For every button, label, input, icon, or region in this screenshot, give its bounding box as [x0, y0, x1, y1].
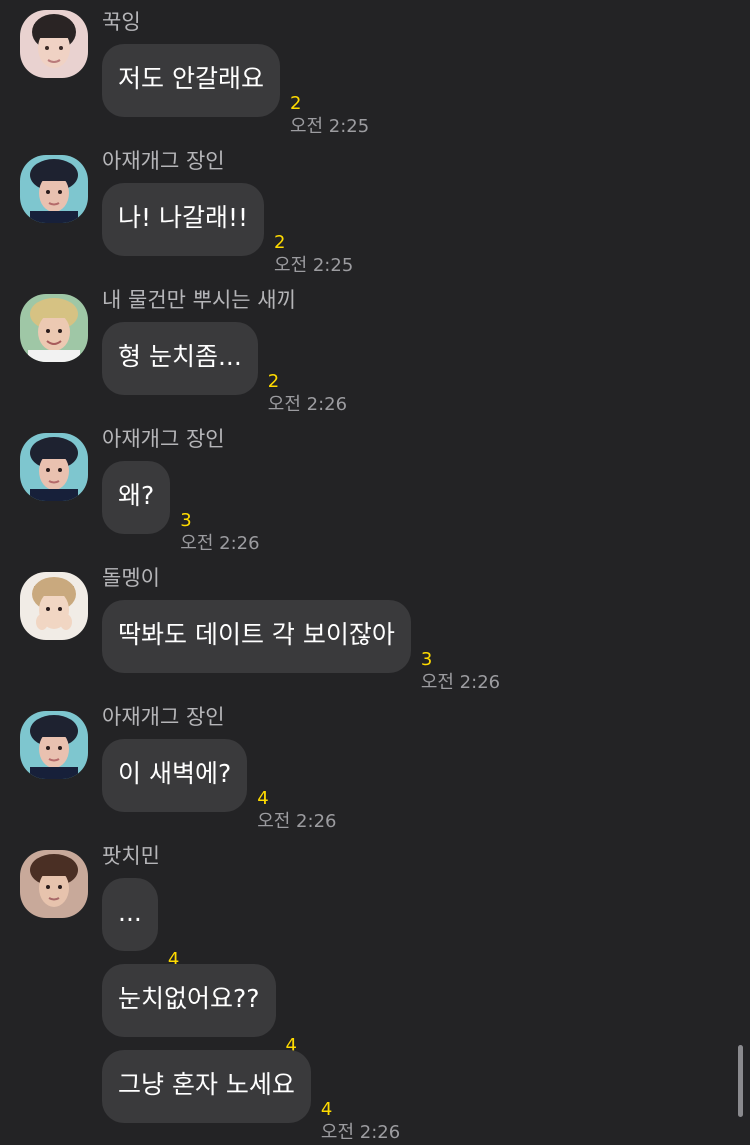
message-time: 오전 2:26	[420, 672, 501, 693]
unread-count: 2	[289, 93, 302, 114]
sender-name: 아재개그 장인	[102, 427, 225, 451]
scrollbar[interactable]	[738, 1045, 743, 1117]
message-bubble[interactable]: 형 눈치좀...	[102, 322, 258, 395]
unread-count: 3	[420, 649, 433, 670]
profile-photo-icon[interactable]	[20, 850, 88, 918]
message-row: 그냥 혼자 노세요 4 오전 2:26	[102, 1050, 400, 1143]
sender-name: 돌멩이	[102, 566, 160, 590]
message-bubble[interactable]: 나! 나갈래!!	[102, 183, 265, 256]
message-row: 왜? 3 오전 2:26	[102, 461, 260, 554]
message-time: 오전 2:26	[180, 533, 260, 554]
message-row: 나! 나갈래!! 2 오전 2:25	[102, 183, 353, 276]
unread-count: 2	[267, 371, 280, 392]
profile-photo-icon[interactable]	[20, 572, 88, 640]
unread-count: 2	[274, 232, 286, 253]
message-bubble[interactable]: 이 새벽에?	[102, 739, 248, 812]
sender-name: 꾹잉	[102, 10, 141, 34]
message-meta: 2 오전 2:25	[274, 232, 353, 276]
sender-name: 팟치민	[102, 844, 160, 868]
message-meta: 4 오전 2:26	[320, 1099, 400, 1143]
message-bubble[interactable]: 딱봐도 데이트 각 보이잖아	[102, 600, 411, 673]
message-meta: 2 오전 2:26	[267, 371, 347, 415]
message-meta: 3 오전 2:26	[420, 649, 500, 693]
profile-photo-icon[interactable]	[20, 155, 88, 223]
message-row: 딱봐도 데이트 각 보이잖아 3 오전 2:26	[102, 600, 500, 693]
message-bubble[interactable]: 저도 안갈래요	[102, 44, 280, 117]
message-row: 눈치없어요?? 4	[102, 964, 297, 1056]
message-row: 이 새벽에? 4 오전 2:26	[102, 739, 336, 832]
message-time: 오전 2:26	[257, 811, 337, 832]
message-time: 오전 2:25	[274, 255, 354, 276]
message-bubble[interactable]: 왜?	[102, 461, 171, 534]
unread-count: 3	[180, 510, 192, 531]
message-bubble[interactable]: 눈치없어요??	[102, 964, 276, 1037]
message-meta: 4	[286, 1035, 297, 1056]
profile-photo-icon[interactable]	[20, 711, 88, 779]
message-row: ... 4	[102, 878, 179, 970]
message-row: 저도 안갈래요 2 오전 2:25	[102, 44, 369, 137]
message-meta: 2 오전 2:25	[289, 93, 369, 137]
profile-photo-icon[interactable]	[20, 433, 88, 501]
profile-photo-icon[interactable]	[20, 294, 88, 362]
message-meta: 4	[168, 949, 179, 970]
message-meta: 4 오전 2:26	[257, 788, 336, 832]
sender-name: 아재개그 장인	[102, 705, 225, 729]
message-meta: 3 오전 2:26	[180, 510, 259, 554]
message-time: 오전 2:26	[267, 394, 348, 415]
message-time: 오전 2:26	[320, 1122, 401, 1143]
unread-count: 4	[257, 788, 269, 809]
message-bubble[interactable]: 그냥 혼자 노세요	[102, 1050, 311, 1123]
sender-name: 내 물건만 뿌시는 새끼	[102, 288, 296, 312]
unread-count: 4	[320, 1099, 333, 1120]
message-time: 오전 2:25	[289, 116, 370, 137]
message-bubble[interactable]: ...	[102, 878, 158, 951]
message-row: 형 눈치좀... 2 오전 2:26	[102, 322, 347, 415]
sender-name: 아재개그 장인	[102, 149, 225, 173]
profile-photo-icon[interactable]	[20, 10, 88, 78]
